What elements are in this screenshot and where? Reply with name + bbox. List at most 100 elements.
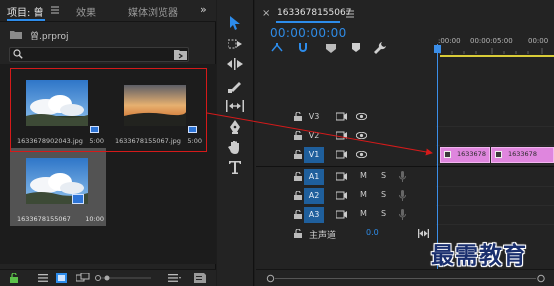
track-name-v2[interactable]: V2 — [304, 128, 324, 144]
pen-tool-icon[interactable] — [228, 120, 242, 134]
microphone-icon[interactable] — [399, 209, 406, 220]
master-volume-value[interactable]: 0.0 — [366, 228, 379, 237]
microphone-icon[interactable] — [399, 190, 406, 201]
track-lane-a2[interactable] — [436, 187, 554, 206]
sync-lock-icon[interactable] — [336, 112, 347, 121]
list-view-icon[interactable] — [38, 273, 48, 283]
type-tool-icon[interactable] — [229, 161, 241, 174]
track-lane-a1[interactable] — [436, 168, 554, 187]
sequence-badge-icon — [72, 194, 84, 204]
eye-icon[interactable] — [356, 151, 367, 158]
sort-icon[interactable] — [168, 273, 182, 283]
search-icon — [13, 49, 23, 59]
tab-project[interactable]: 项目: 曾 — [7, 4, 44, 19]
panel-menu-icon[interactable] — [346, 10, 354, 18]
razor-tool-icon[interactable] — [228, 79, 242, 93]
go-to-in-out-icon[interactable] — [418, 229, 429, 238]
track-lane-a3[interactable] — [436, 206, 554, 225]
ruler-label: 00:00 — [528, 37, 549, 45]
sync-lock-icon[interactable] — [336, 131, 347, 140]
panel-menu-icon[interactable] — [51, 6, 59, 14]
sequence-tab[interactable]: 1633678155067 — [277, 8, 351, 18]
project-footer-toolbar — [0, 269, 216, 286]
track-name-a2[interactable]: A2 — [304, 188, 324, 204]
solo-button[interactable]: S — [381, 171, 386, 180]
add-marker-icon[interactable] — [352, 43, 360, 52]
sync-lock-icon[interactable] — [336, 191, 347, 200]
active-tab-indicator — [276, 21, 340, 23]
track-header-v1: V1 — [256, 146, 436, 165]
icon-view-icon[interactable] — [56, 273, 67, 283]
folder-icon — [10, 31, 22, 39]
track-divider — [256, 166, 554, 167]
sequence-item-name: 1633678155067 — [17, 215, 71, 223]
nest-sequence-icon[interactable] — [271, 43, 283, 53]
track-lock-icon[interactable] — [294, 210, 302, 219]
mute-button[interactable]: M — [360, 209, 367, 218]
track-lock-icon[interactable] — [294, 191, 302, 200]
track-header-a1: A1 M S — [256, 168, 436, 187]
track-lane-v2[interactable] — [436, 127, 554, 146]
playhead-handle[interactable] — [434, 45, 441, 53]
mute-button[interactable]: M — [360, 171, 367, 180]
sync-lock-icon[interactable] — [336, 172, 347, 181]
track-header-v3: V3 — [256, 108, 436, 127]
track-name-a1[interactable]: A1 — [304, 169, 324, 185]
lock-icon[interactable] — [9, 273, 19, 283]
playhead-timecode[interactable]: 00:00:00:00 — [270, 26, 347, 40]
search-input[interactable] — [9, 47, 189, 62]
ruler-label: :00:00 — [438, 37, 461, 45]
tab-media-browser[interactable]: 媒体浏览器 — [128, 4, 178, 19]
selection-annotation-box — [10, 68, 207, 152]
track-header-a2: A2 M S — [256, 187, 436, 206]
clip-fx-icon — [444, 151, 451, 158]
eye-icon[interactable] — [356, 132, 367, 139]
timeline-clip[interactable]: 1633678 — [440, 147, 490, 163]
track-lock-icon[interactable] — [294, 229, 302, 238]
track-lock-icon[interactable] — [294, 150, 302, 159]
wrench-icon[interactable] — [374, 42, 386, 54]
new-bin-icon[interactable] — [174, 48, 187, 60]
zoom-slider[interactable] — [95, 275, 155, 281]
selection-tool-icon[interactable] — [229, 16, 241, 30]
master-track-label: 主声道 — [309, 231, 337, 241]
horizontal-scroll-handle[interactable] — [266, 274, 546, 283]
track-lane-v3[interactable] — [436, 108, 554, 127]
sync-lock-icon[interactable] — [336, 150, 347, 159]
clip-name: 1633678 — [508, 150, 537, 158]
project-file-name: 曾.prproj — [30, 32, 69, 42]
sync-lock-icon[interactable] — [336, 210, 347, 219]
slip-tool-icon[interactable] — [226, 100, 244, 112]
solo-button[interactable]: S — [381, 209, 386, 218]
sequence-tab-close-icon[interactable]: × — [262, 8, 270, 19]
track-name-v3[interactable]: V3 — [304, 109, 324, 125]
watermark-logo: 最需教育 — [431, 242, 527, 269]
freeform-view-icon[interactable] — [76, 273, 90, 283]
hand-tool-icon[interactable] — [228, 140, 242, 154]
track-lock-icon[interactable] — [294, 131, 302, 140]
mute-button[interactable]: M — [360, 190, 367, 199]
solo-button[interactable]: S — [381, 190, 386, 199]
eye-icon[interactable] — [356, 113, 367, 120]
track-header-a3: A3 M S — [256, 206, 436, 225]
tools-panel — [217, 0, 254, 286]
snap-icon[interactable] — [298, 43, 308, 53]
track-header-v2: V2 — [256, 127, 436, 146]
timeline-scrollbar[interactable] — [256, 269, 554, 286]
work-area-bar[interactable] — [440, 55, 554, 57]
automate-icon[interactable] — [194, 273, 206, 283]
linked-selection-icon[interactable] — [326, 44, 336, 53]
clip-fx-icon — [495, 151, 502, 158]
panel-overflow-icon[interactable]: » — [200, 3, 207, 16]
ripple-edit-tool-icon[interactable] — [227, 58, 243, 70]
track-name-v1[interactable]: V1 — [304, 147, 324, 163]
track-lock-icon[interactable] — [294, 172, 302, 181]
track-lock-icon[interactable] — [294, 112, 302, 121]
timeline-clip[interactable]: 1633678 — [491, 147, 554, 163]
ruler-label: 00:00:05:00 — [470, 37, 513, 45]
track-select-tool-icon[interactable] — [228, 38, 242, 50]
track-name-a3[interactable]: A3 — [304, 207, 324, 223]
microphone-icon[interactable] — [399, 171, 406, 182]
tab-effects[interactable]: 效果 — [76, 4, 96, 19]
sequence-item[interactable]: 1633678155067 10:00 — [10, 148, 106, 226]
